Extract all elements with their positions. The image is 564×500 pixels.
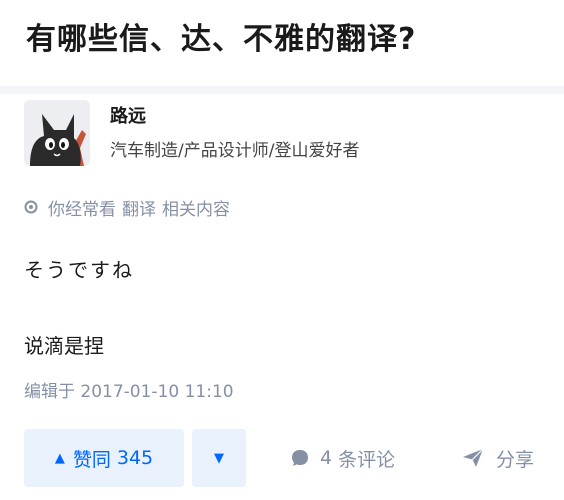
vote-up-count: 345 (116, 447, 154, 469)
hint-topic-link[interactable]: 翻译 (122, 195, 156, 220)
answer-line-chinese: 说滴是捏 (24, 334, 104, 358)
action-bar: ▲ 赞同 345 ▼ 4 条评论 分享 (24, 429, 554, 487)
comment-bubble-icon (292, 450, 308, 466)
share-button[interactable]: 分享 (462, 429, 534, 487)
comment-count: 4 (320, 447, 333, 469)
related-topic-hint: 你经常看 翻译 相关内容 (24, 195, 230, 220)
share-label: 分享 (496, 448, 535, 471)
question-title[interactable]: 有哪些信、达、不雅的翻译? (26, 14, 416, 58)
author-name[interactable]: 路远 (110, 102, 146, 128)
triangle-down-icon: ▼ (214, 450, 224, 466)
question-header: 有哪些信、达、不雅的翻译? (0, 0, 564, 86)
author-bio: 汽车制造/产品设计师/登山爱好者 (110, 141, 360, 161)
hint-suffix: 相关内容 (162, 199, 230, 220)
avatar[interactable] (24, 100, 90, 166)
vote-down-button[interactable]: ▼ (192, 429, 246, 487)
black-cat-avatar-icon (24, 100, 90, 166)
comment-label: 条评论 (338, 448, 396, 471)
triangle-up-icon: ▲ (54, 450, 65, 466)
paper-plane-icon (463, 448, 484, 467)
eye-icon (24, 200, 38, 214)
vote-up-button[interactable]: ▲ 赞同 345 (24, 429, 184, 487)
author-info: 路远 汽车制造/产品设计师/登山爱好者 (24, 100, 544, 166)
section-divider (0, 86, 564, 94)
answer-line-japanese: そうですね (24, 258, 134, 282)
comments-button[interactable]: 4 条评论 (290, 429, 395, 487)
vote-up-label: 赞同 (72, 448, 111, 471)
edited-timestamp[interactable]: 编辑于 2017-01-10 11:10 (24, 377, 234, 402)
hint-prefix: 你经常看 (48, 199, 116, 220)
